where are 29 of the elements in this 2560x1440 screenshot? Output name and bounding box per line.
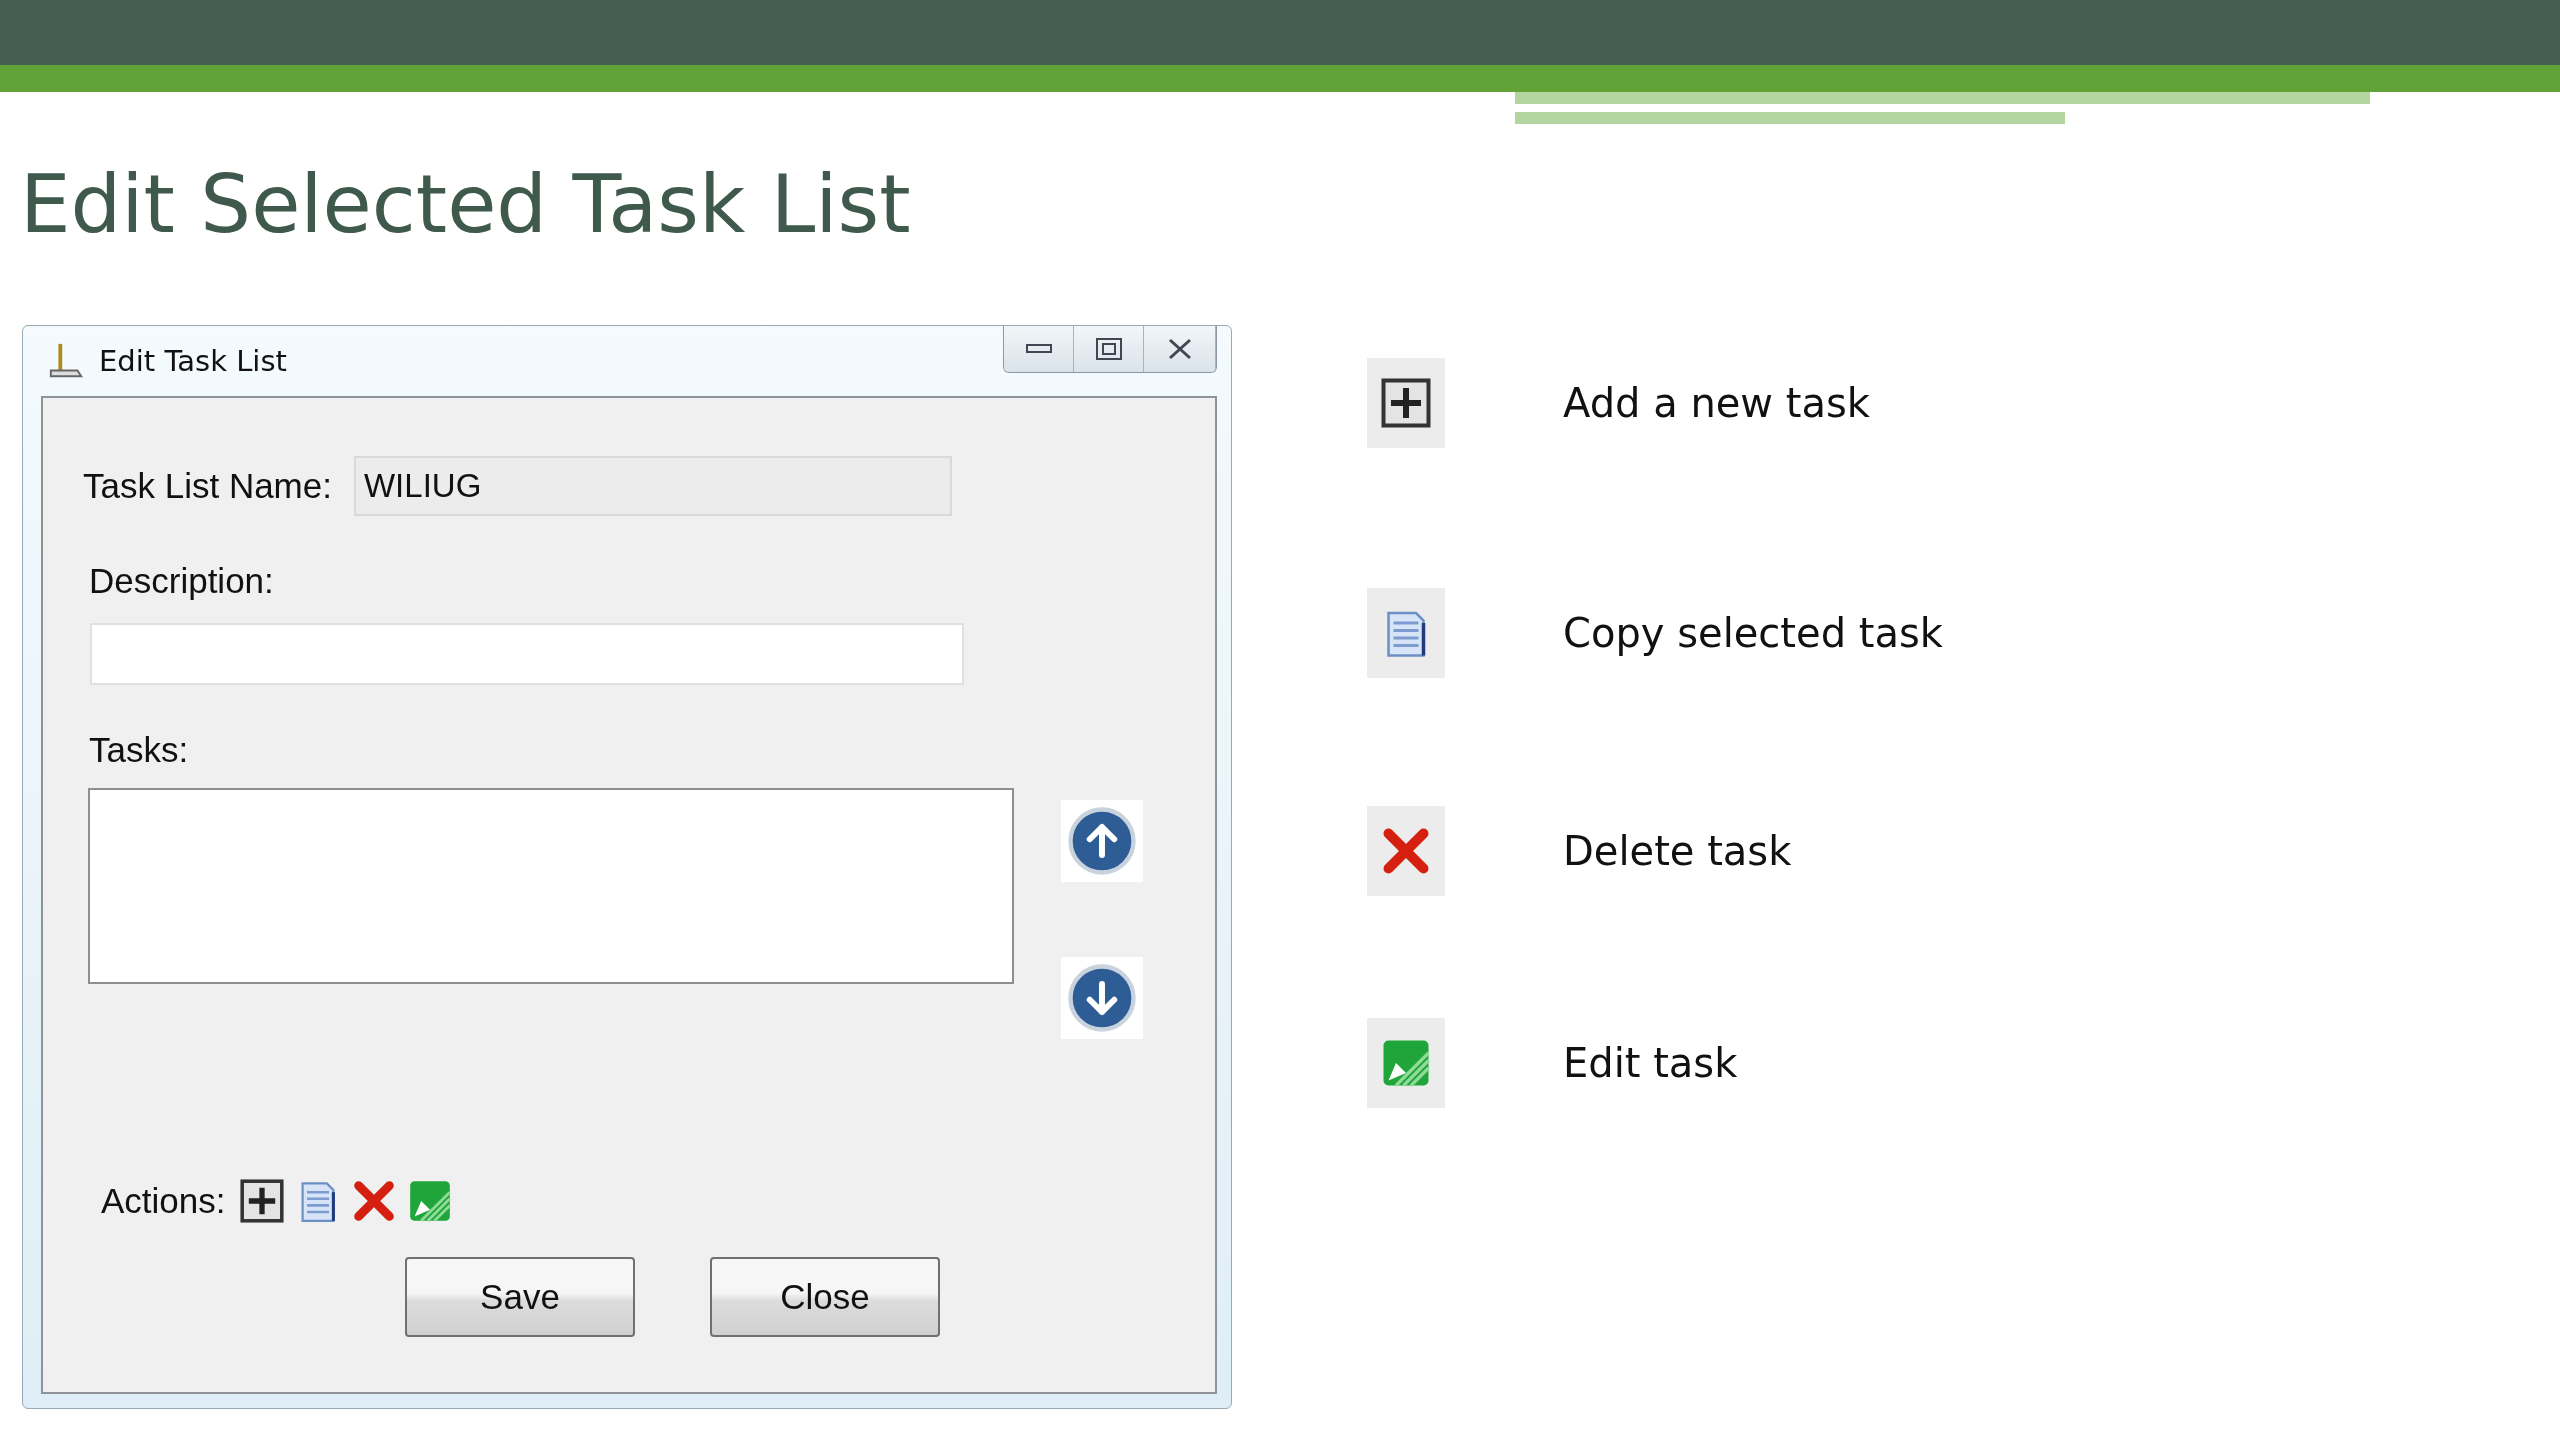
maximize-button[interactable] — [1074, 326, 1144, 372]
legend-text: Copy selected task — [1563, 609, 1943, 656]
close-dialog-button[interactable]: Close — [710, 1257, 940, 1337]
task-list-name-field[interactable]: WILIUG — [353, 456, 952, 516]
field-label: Tasks: — [89, 730, 189, 770]
legend-text: Add a new task — [1563, 379, 1870, 426]
x-mark-icon — [1381, 826, 1431, 876]
slide-title: Edit Selected Task List — [20, 165, 912, 245]
move-up-button[interactable] — [1061, 800, 1143, 882]
save-button[interactable]: Save — [405, 1257, 635, 1337]
close-icon — [1166, 338, 1193, 360]
field-label: Task List Name: — [83, 466, 332, 506]
description-field[interactable] — [90, 623, 964, 685]
tasks-list[interactable] — [88, 788, 1014, 984]
move-down-button[interactable] — [1061, 957, 1143, 1039]
window-title: Edit Task List — [99, 344, 288, 378]
legend-text: Edit task — [1563, 1040, 1738, 1086]
plus-square-icon — [1381, 377, 1431, 428]
field-label: Description: — [89, 561, 274, 601]
legend-text: Delete task — [1563, 828, 1792, 874]
minimize-button[interactable] — [1004, 326, 1074, 372]
close-button[interactable] — [1144, 326, 1216, 372]
maximize-icon — [1095, 338, 1122, 360]
actions-label: Actions: — [101, 1181, 226, 1221]
plus-square-icon — [239, 1179, 284, 1223]
minimize-icon — [1025, 344, 1052, 354]
x-mark-icon — [351, 1179, 396, 1223]
app-icon — [47, 342, 85, 380]
action-button[interactable] — [239, 1179, 284, 1223]
